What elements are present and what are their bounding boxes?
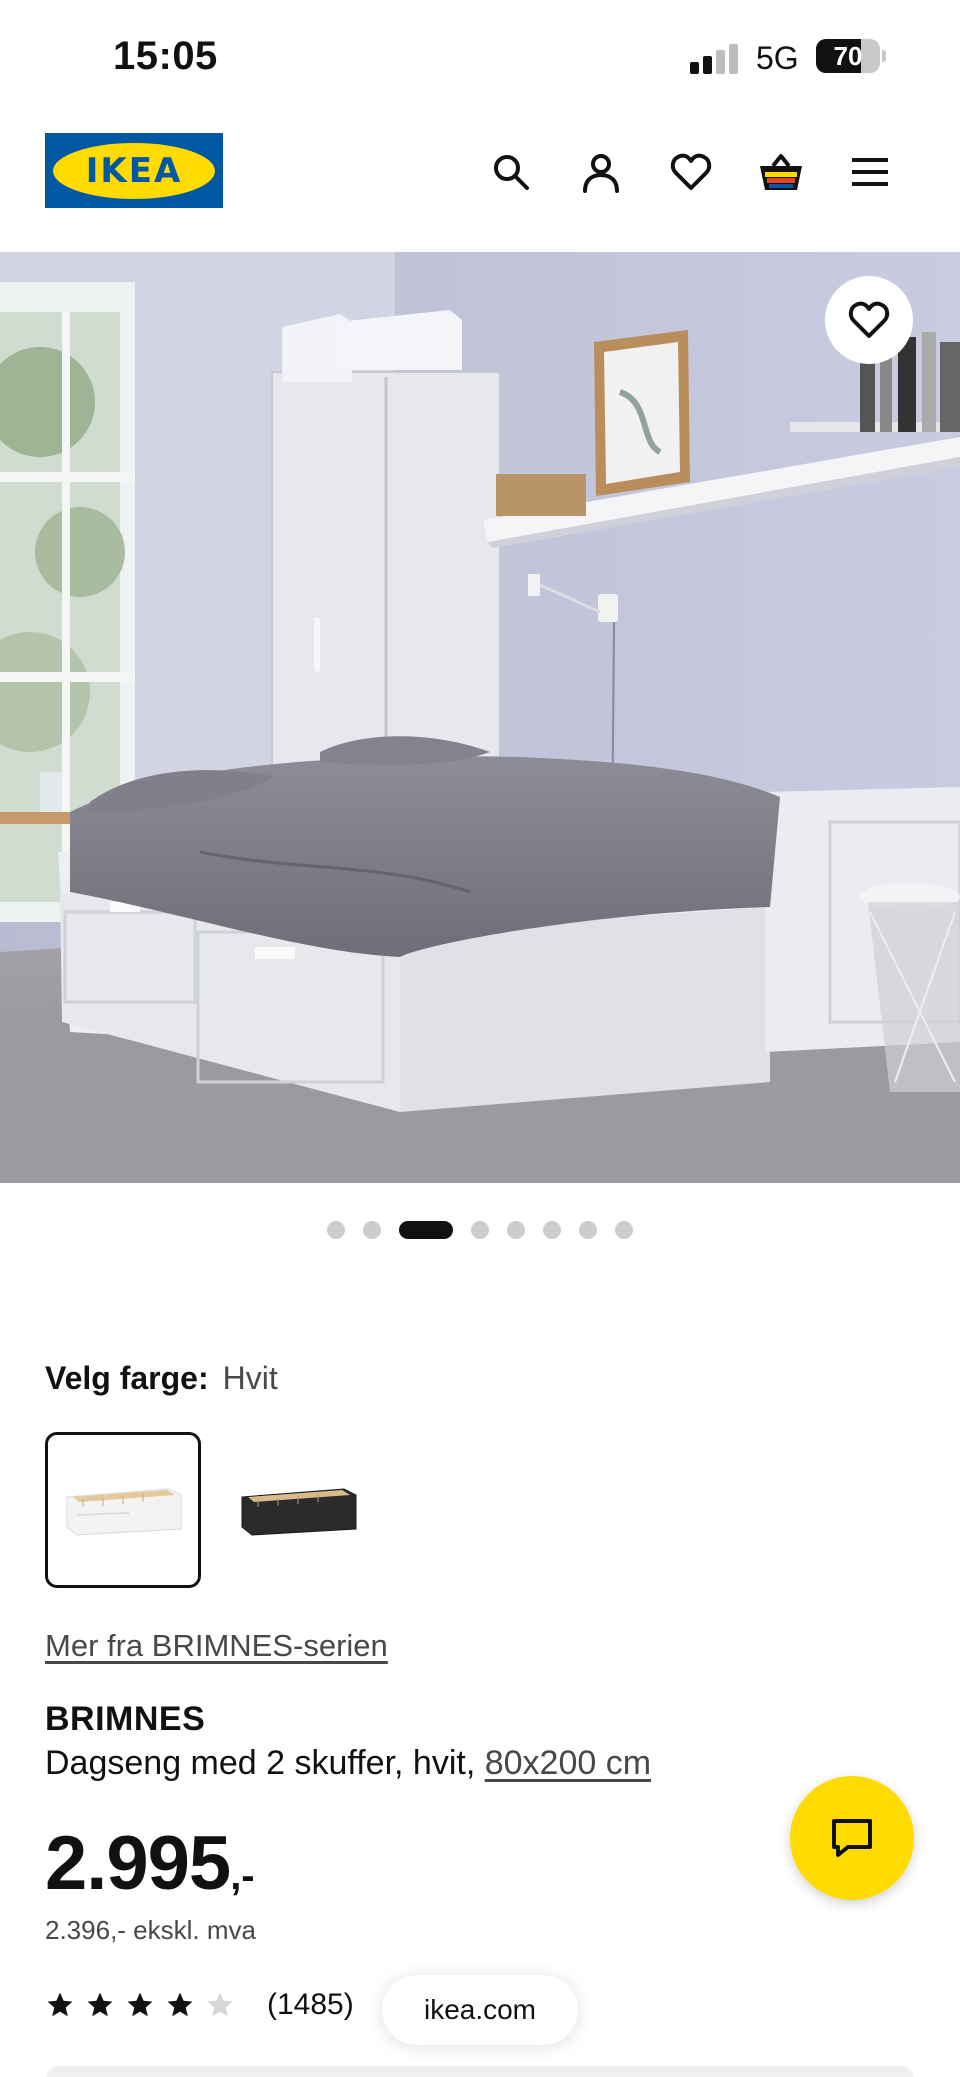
product-price: 2.995,- xyxy=(45,1820,255,1907)
product-brand: BRIMNES xyxy=(45,1700,206,1738)
carousel-dot[interactable] xyxy=(363,1221,381,1239)
rating-stars xyxy=(45,1990,245,2020)
carousel-dot[interactable] xyxy=(579,1221,597,1239)
heart-icon xyxy=(848,301,890,338)
carousel-dot[interactable] xyxy=(615,1221,633,1239)
review-count[interactable]: (1485) xyxy=(267,1988,354,2022)
account-icon[interactable] xyxy=(574,145,628,199)
status-bar: 15:05 5G 70 xyxy=(0,0,960,110)
chat-icon xyxy=(832,1819,872,1857)
carousel-dot-active[interactable] xyxy=(399,1221,453,1239)
color-label: Velg farge: xyxy=(45,1360,209,1396)
logo-text: IKEA xyxy=(85,150,183,191)
star-icon xyxy=(127,1992,153,2017)
product-description: Dagseng med 2 skuffer, hvit, 80x200 cm xyxy=(45,1744,651,1783)
site-header: IKEA xyxy=(0,110,960,252)
next-section-edge xyxy=(45,2066,915,2077)
favorite-heart-button[interactable] xyxy=(825,276,913,364)
signal-icon xyxy=(690,44,742,74)
battery-icon: 70 xyxy=(816,39,886,73)
star-icon xyxy=(207,1992,233,2017)
carousel-dots xyxy=(0,1220,960,1240)
carousel-dot[interactable] xyxy=(471,1221,489,1239)
cart-icon[interactable] xyxy=(754,145,808,199)
network-type: 5G xyxy=(756,40,799,76)
carousel-dot[interactable] xyxy=(327,1221,345,1239)
chat-button[interactable] xyxy=(790,1776,914,1900)
price-suffix: ,- xyxy=(230,1854,255,1898)
carousel-dot[interactable] xyxy=(543,1221,561,1239)
star-icon xyxy=(47,1992,73,2017)
product-description-text: Dagseng med 2 skuffer, hvit, xyxy=(45,1744,476,1782)
star-icon xyxy=(167,1992,193,2017)
search-icon[interactable] xyxy=(484,145,538,199)
color-picker-label: Velg farge: Hvit xyxy=(45,1360,278,1397)
price-main: 2.995 xyxy=(45,1821,231,1906)
color-option-white[interactable] xyxy=(45,1432,201,1588)
status-time: 15:05 xyxy=(113,34,218,78)
price-excl-vat: 2.396,- ekskl. mva xyxy=(45,1915,256,1945)
product-image[interactable] xyxy=(0,252,960,1183)
ikea-logo[interactable]: IKEA xyxy=(45,133,223,208)
browser-url: ikea.com xyxy=(423,1994,537,2025)
product-rating[interactable]: (1485) xyxy=(45,1985,354,2025)
battery-percent: 70 xyxy=(833,41,863,71)
color-selected-value: Hvit xyxy=(222,1360,278,1396)
carousel-dot[interactable] xyxy=(507,1221,525,1239)
star-icon xyxy=(87,1992,113,2017)
favorites-icon[interactable] xyxy=(664,145,718,199)
series-link[interactable]: Mer fra BRIMNES-serien xyxy=(45,1628,388,1664)
menu-icon[interactable] xyxy=(843,145,897,199)
color-option-black[interactable] xyxy=(220,1432,376,1588)
size-link[interactable]: 80x200 cm xyxy=(485,1744,651,1782)
browser-url-bar[interactable]: ikea.com xyxy=(382,1975,578,2045)
